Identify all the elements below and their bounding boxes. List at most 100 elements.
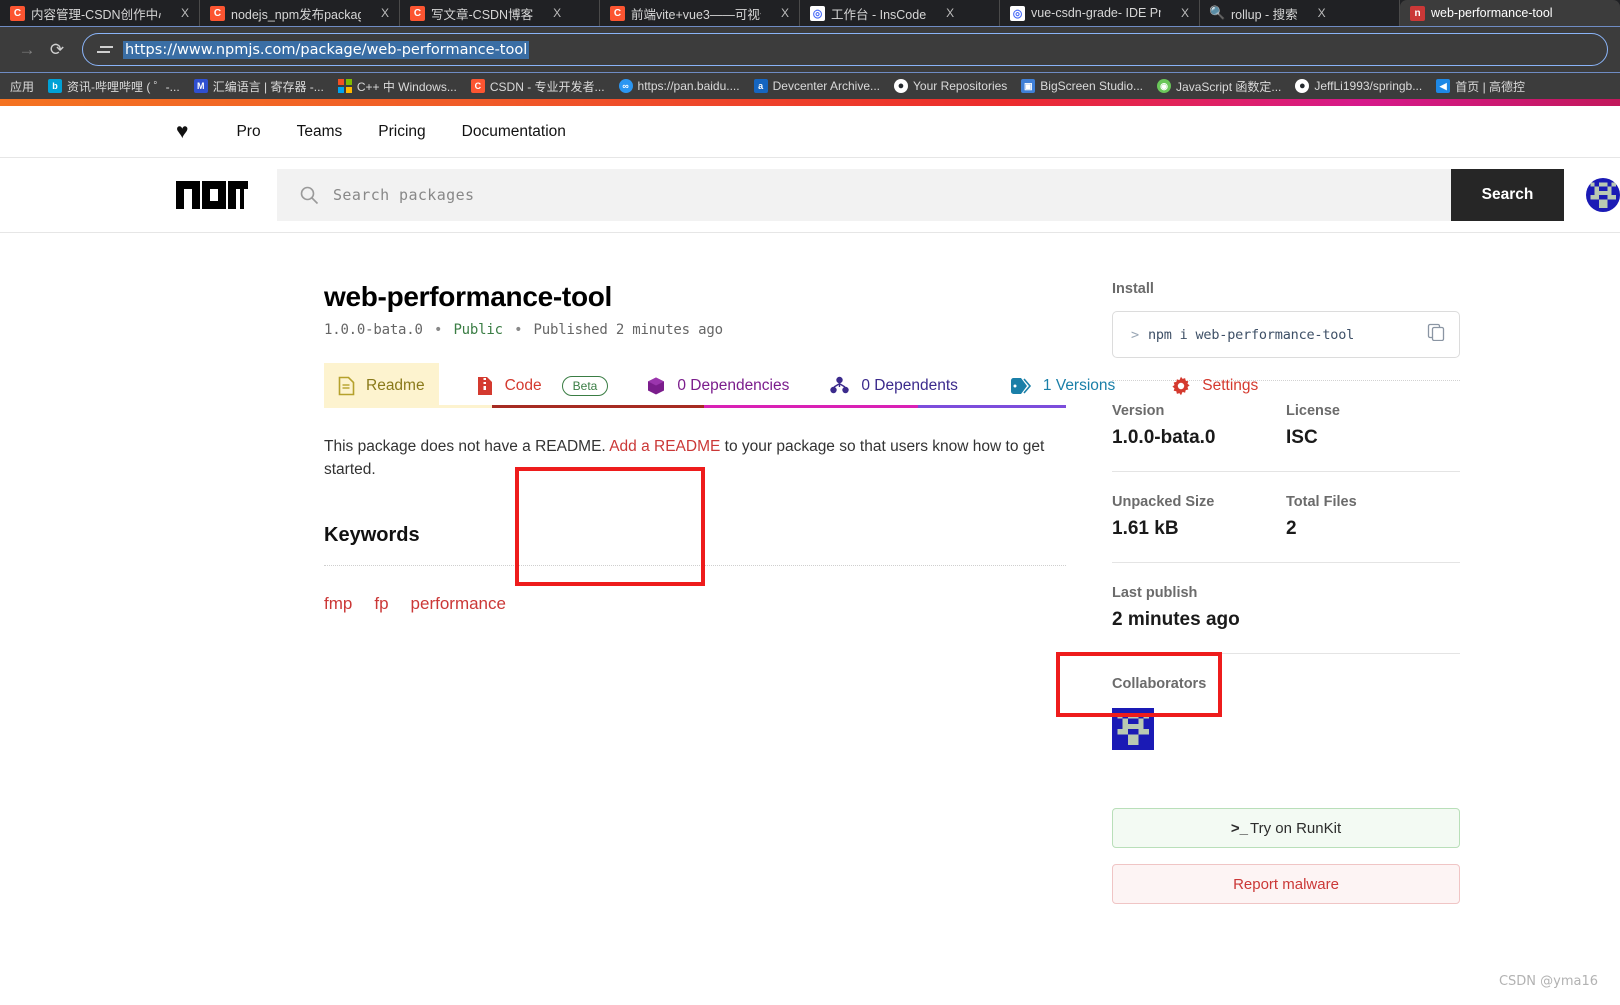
close-icon[interactable]: X xyxy=(1177,6,1193,20)
sidebar-divider xyxy=(1112,653,1460,654)
install-command-box[interactable]: > npm i web-performance-tool xyxy=(1112,311,1460,358)
search-button[interactable]: Search xyxy=(1451,169,1564,221)
npm-package-page: ♥ Pro Teams Pricing Documentation Search xyxy=(0,99,1620,1001)
tab-code[interactable]: Code Beta xyxy=(439,363,623,408)
package-version: 1.0.0-bata.0 xyxy=(324,322,423,338)
bookmark-item[interactable]: ◉ JavaScript 函数定... xyxy=(1150,78,1288,95)
tab-label: Settings xyxy=(1202,376,1259,394)
browser-tab[interactable]: C nodejs_npm发布package X xyxy=(200,0,400,26)
bookmark-label: 汇编语言 | 寄存器 -... xyxy=(212,79,324,94)
keywords-divider xyxy=(324,564,1066,566)
bookmark-item[interactable]: ∞ https://pan.baidu.... xyxy=(612,79,747,93)
bookmark-item[interactable]: b 资讯-哔哩哔哩 ( ゜-... xyxy=(41,78,187,95)
browser-tab[interactable]: C 前端vite+vue3——可视化 X xyxy=(600,0,800,26)
user-avatar xyxy=(1586,178,1620,212)
field-value: ISC xyxy=(1286,427,1318,448)
keyword-chip[interactable]: performance xyxy=(411,594,506,614)
bookmarks-bar: 应用 b 资讯-哔哩哔哩 ( ゜-... M 汇编语言 | 寄存器 -... C… xyxy=(0,73,1620,99)
bookmark-label: 资讯-哔哩哔哩 ( ゜-... xyxy=(67,79,180,94)
keyword-chip[interactable]: fmp xyxy=(324,594,352,614)
tab-versions[interactable]: 1 Versions xyxy=(972,363,1129,408)
close-icon[interactable]: X xyxy=(549,6,565,20)
keyword-chip[interactable]: fp xyxy=(374,594,388,614)
browser-tab[interactable]: 🔍 rollup - 搜索 X xyxy=(1200,0,1400,26)
browser-tab-title: 前端vite+vue3——可视化 xyxy=(631,7,761,22)
package-visibility: Public xyxy=(453,322,503,338)
browser-tab[interactable]: C 写文章-CSDN博客 X xyxy=(400,0,600,26)
dependents-icon xyxy=(829,376,850,396)
heart-icon[interactable]: ♥ xyxy=(176,121,188,142)
package-meta: 1.0.0-bata.0 • Public • Published 2 minu… xyxy=(324,322,1066,338)
field-label: Last publish xyxy=(1112,585,1198,601)
bookmarks-apps-label[interactable]: 应用 xyxy=(6,78,41,95)
browser-tab-active[interactable]: n web-performance-tool xyxy=(1400,0,1620,26)
browser-tab-title: 内容管理-CSDN创作中心 xyxy=(31,7,161,22)
forward-icon[interactable]: → xyxy=(12,35,42,65)
runkit-label: Try on RunKit xyxy=(1249,819,1342,837)
browser-tab[interactable]: ◎ 工作台 - InsCode X xyxy=(800,0,1000,26)
code-zip-icon xyxy=(477,376,494,396)
package-cube-icon xyxy=(646,376,666,396)
bookmark-item[interactable]: C++ 中 Windows... xyxy=(331,78,464,95)
bookmark-label: JeffLi1993/springb... xyxy=(1314,79,1423,93)
bigscreen-icon: ▣ xyxy=(1021,79,1036,93)
csdn-icon: C xyxy=(10,5,25,21)
bookmark-item[interactable]: C CSDN - 专业开发者... xyxy=(464,78,612,95)
tab-settings[interactable]: Settings xyxy=(1129,363,1272,408)
package-tabs: Readme Code Beta 0 Dependencies 0 Depend… xyxy=(324,363,1258,408)
bookmark-item[interactable]: ◀ 首页 | 高德控 xyxy=(1429,78,1532,95)
address-bar-url: https://www.npmjs.com/package/web-perfor… xyxy=(123,40,530,59)
close-icon[interactable]: X xyxy=(177,6,193,20)
tab-readme[interactable]: Readme xyxy=(324,363,439,408)
bookmark-item[interactable]: M 汇编语言 | 寄存器 -... xyxy=(187,78,331,95)
nav-link-teams[interactable]: Teams xyxy=(279,123,361,141)
bookmark-item[interactable]: ● JeffLi1993/springb... xyxy=(1288,79,1429,93)
assembly-icon: M xyxy=(193,79,208,93)
tab-dependencies[interactable]: 0 Dependencies xyxy=(622,363,803,408)
reload-icon[interactable]: ⟳ xyxy=(42,35,72,65)
search-input[interactable] xyxy=(333,186,1429,204)
page-controls-icon[interactable] xyxy=(97,42,113,58)
browser-tab[interactable]: ◎ vue-csdn-grade- IDE Pro X xyxy=(1000,0,1200,26)
bookmark-item[interactable]: ▣ BigScreen Studio... xyxy=(1014,79,1150,93)
field-value: 1.0.0-bata.0 xyxy=(1112,427,1216,448)
gear-icon xyxy=(1171,376,1191,396)
inscode-icon: ◎ xyxy=(810,5,825,21)
report-label: Report malware xyxy=(1233,875,1339,893)
devcenter-icon: a xyxy=(753,79,768,93)
tab-dependents[interactable]: 0 Dependents xyxy=(803,363,972,408)
bookmark-item[interactable]: ● Your Repositories xyxy=(887,79,1014,93)
csdn-icon: C xyxy=(410,5,425,21)
close-icon[interactable]: X xyxy=(777,6,793,20)
last-publish-row: Last publish 2 minutes ago xyxy=(1112,585,1460,631)
avatar[interactable] xyxy=(1586,178,1620,212)
browser-tab-strip: C 内容管理-CSDN创作中心 X C nodejs_npm发布package … xyxy=(0,0,1620,26)
close-icon[interactable]: X xyxy=(1314,6,1330,20)
nav-link-documentation[interactable]: Documentation xyxy=(444,123,584,141)
page-content: web-performance-tool 1.0.0-bata.0 • Publ… xyxy=(0,233,1620,904)
collaborator-avatar[interactable] xyxy=(1112,708,1154,750)
tab-label: 1 Versions xyxy=(1042,376,1116,394)
bookmark-label: 首页 | 高德控 xyxy=(1455,79,1526,94)
sidebar-divider xyxy=(1112,562,1460,563)
copy-icon[interactable] xyxy=(1427,323,1445,346)
browser-tab-title: web-performance-tool xyxy=(1431,6,1553,20)
address-bar[interactable]: https://www.npmjs.com/package/web-perfor… xyxy=(82,33,1608,66)
watermark: CSDN @yma16 xyxy=(1498,974,1598,989)
close-icon[interactable]: X xyxy=(377,6,393,20)
search-field[interactable] xyxy=(277,169,1451,221)
browser-tab[interactable]: C 内容管理-CSDN创作中心 X xyxy=(0,0,200,26)
report-malware-button[interactable]: Report malware xyxy=(1112,864,1460,904)
nav-link-pro[interactable]: Pro xyxy=(218,123,278,141)
close-icon[interactable]: X xyxy=(942,6,958,20)
install-heading: Install xyxy=(1112,281,1154,297)
version-license-row: Version 1.0.0-bata.0 License ISC xyxy=(1112,403,1460,449)
nav-link-pricing[interactable]: Pricing xyxy=(360,123,443,141)
tab-label: 0 Dependencies xyxy=(677,376,790,394)
field-total-files: Total Files 2 xyxy=(1286,494,1460,540)
microsoft-icon xyxy=(338,79,352,93)
bookmark-item[interactable]: a Devcenter Archive... xyxy=(747,79,887,93)
try-on-runkit-button[interactable]: >_ Try on RunKit xyxy=(1112,808,1460,848)
npm-logo[interactable] xyxy=(176,181,248,209)
add-readme-link[interactable]: Add a README xyxy=(609,438,720,455)
